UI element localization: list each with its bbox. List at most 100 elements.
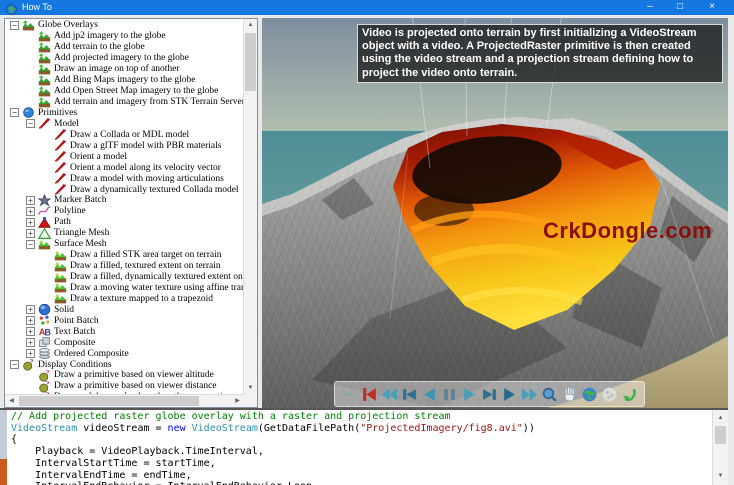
tree-item[interactable]: Draw a model with moving articulations — [6, 172, 243, 184]
scroll-up-arrow[interactable]: ▲ — [244, 19, 257, 32]
tree-expander[interactable]: − — [26, 119, 35, 129]
tree-item-label: Add terrain to the globe — [54, 42, 145, 53]
tree-item[interactable]: − Model — [6, 118, 243, 129]
pan-tool-button[interactable] — [561, 386, 578, 403]
tree-expander[interactable]: − — [10, 360, 19, 370]
tree-item-label: Draw a moving water texture using affine… — [70, 282, 243, 293]
tree-item[interactable]: Orient a model along its velocity vector — [6, 161, 243, 173]
minimize-button[interactable]: – — [636, 0, 664, 15]
fast-forward-button[interactable] — [521, 386, 538, 403]
pause-button[interactable] — [441, 386, 458, 403]
tree-expander[interactable]: + — [26, 195, 35, 205]
watermark-text: CrkDongle.com — [543, 218, 713, 243]
step-backward-button[interactable] — [401, 386, 418, 403]
tree-rows: − Globe Overlays Add jp2 imagery to the gl… — [6, 20, 243, 395]
tree-item[interactable]: Draw a filled STK area target on terrain — [6, 250, 243, 261]
viewport-toolbar[interactable] — [334, 381, 645, 407]
primitives-icon — [22, 106, 35, 119]
tree-item[interactable]: Draw a Collada or MDL model — [6, 129, 243, 140]
scroll-left-arrow[interactable]: ◀ — [5, 395, 18, 407]
app-globe-icon — [6, 2, 17, 15]
scroll-down-arrow[interactable]: ▼ — [244, 382, 257, 395]
tree-hscroll-thumb[interactable] — [19, 396, 199, 406]
tree-item-label: Ordered Composite — [54, 348, 129, 359]
svg-text:?: ? — [45, 369, 49, 378]
tree-vertical-scrollbar[interactable]: ▲ ▼ — [243, 19, 257, 395]
tree-item-label: Draw an image on top of another — [54, 64, 180, 75]
reset-view-button[interactable] — [621, 386, 638, 403]
tree-item-label: Add Bing Maps imagery to the globe — [54, 75, 196, 86]
code-editor[interactable]: // Add projected raster globe overlay wi… — [11, 411, 711, 485]
tree-item-label: Add projected imagery to the globe — [54, 53, 189, 64]
model-icon — [54, 183, 67, 196]
tree-item-label: Polyline — [54, 206, 86, 217]
tree-expander[interactable]: − — [10, 108, 19, 118]
tree-expander[interactable]: + — [26, 327, 35, 337]
tree-item[interactable]: Draw a glTF model with PBR materials — [6, 140, 243, 151]
scroll-down-arrow[interactable]: ▼ — [713, 470, 728, 483]
tree-item-label: Add jp2 imagery to the globe — [54, 31, 166, 42]
tree-item-label: Path — [54, 217, 71, 228]
tree-horizontal-scrollbar[interactable]: ◀ ▶ — [5, 394, 244, 407]
tree-item[interactable]: Draw a moving water texture using affine… — [6, 283, 243, 294]
tree-expander[interactable]: + — [26, 217, 35, 227]
tree-item[interactable]: Add terrain and imagery from STK Terrain… — [6, 96, 243, 108]
collapse-toolbar-button[interactable] — [341, 386, 358, 403]
tree-expander[interactable]: − — [26, 239, 35, 249]
code-line: IntervalEndBehavior = IntervalEndBehavio… — [11, 481, 711, 485]
tree-item-label: Composite — [54, 337, 96, 348]
code-vscroll-thumb[interactable] — [715, 426, 726, 444]
maximize-button[interactable]: □ — [666, 0, 694, 15]
howto-info-overlay: Video is projected onto terrain by first… — [357, 24, 723, 83]
tree-item-label: Draw a model with moving articulations — [70, 173, 224, 184]
title-bar[interactable]: How To – □ × — [0, 0, 734, 15]
tree-expander[interactable]: + — [26, 349, 35, 359]
close-button[interactable]: × — [698, 0, 726, 15]
play-backward-button[interactable] — [421, 386, 438, 403]
code-line: IntervalStartTime = startTime, — [11, 457, 216, 469]
surface-mesh-icon — [38, 238, 51, 251]
tree-expander[interactable]: − — [10, 20, 19, 30]
tree-item[interactable]: Draw a filled, textured extent on terrai… — [6, 261, 243, 272]
tree-item[interactable]: Orient a model — [6, 151, 243, 162]
tree-item[interactable]: Draw a filled, dynamically textured exte… — [6, 272, 243, 283]
tree-item[interactable]: − Surface Mesh — [6, 239, 243, 250]
tree-item-label: Draw a primitive based on viewer altitud… — [54, 370, 214, 381]
scroll-up-arrow[interactable]: ▲ — [713, 412, 728, 425]
rewind-button[interactable] — [381, 386, 398, 403]
moon-view-button[interactable] — [601, 386, 618, 403]
svg-text:?: ? — [29, 358, 33, 367]
tree-item[interactable]: + Ordered Composite — [6, 347, 243, 360]
tree-expander[interactable]: + — [26, 316, 35, 326]
tree-expander[interactable]: + — [26, 338, 35, 348]
tree-vscroll-thumb[interactable] — [245, 33, 256, 91]
display-conditions-icon: ? — [22, 358, 35, 371]
skip-to-start-button[interactable] — [361, 386, 378, 403]
earth-view-button[interactable] — [581, 386, 598, 403]
code-panel: // Add projected raster globe overlay wi… — [0, 408, 728, 485]
tree-expander[interactable]: + — [26, 305, 35, 315]
code-line: IntervalEndTime = endTime, — [11, 469, 192, 481]
zoom-tool-button[interactable] — [541, 386, 558, 403]
code-left-strip — [0, 410, 7, 485]
ordered-composite-icon — [38, 347, 51, 360]
code-vertical-scrollbar[interactable]: ▲ ▼ — [712, 410, 728, 485]
insight3d-viewport[interactable]: Video is projected onto terrain by first… — [262, 18, 728, 408]
tree-expander[interactable]: + — [26, 228, 35, 238]
tree-expander[interactable]: + — [26, 206, 35, 216]
step-forward-button[interactable] — [481, 386, 498, 403]
scroll-right-arrow[interactable]: ▶ — [231, 395, 244, 407]
play-button[interactable] — [461, 386, 478, 403]
tree-item-label: Add Open Street Map imagery to the globe — [54, 86, 219, 97]
play-faster-button[interactable] — [501, 386, 518, 403]
surface-mesh-icon — [54, 292, 67, 305]
